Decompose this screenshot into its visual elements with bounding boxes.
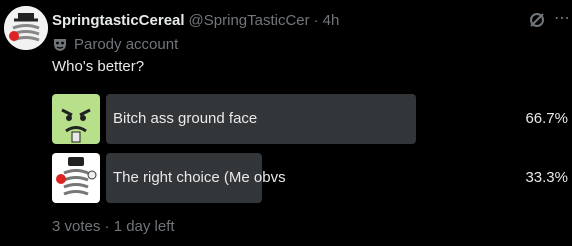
grok-icon[interactable] <box>528 11 546 29</box>
avatar[interactable] <box>4 6 48 50</box>
poll-option-label: The right choice (Me obvs <box>113 169 286 186</box>
poll-option-2[interactable]: The right choice (Me obvs 33.3% <box>52 153 572 203</box>
mask-icon <box>52 36 68 52</box>
poll-option-label: Bitch ass ground face <box>113 110 258 127</box>
spring-character-sticker <box>52 153 100 203</box>
poll-footer: 3 votes · 1 day left <box>52 218 175 235</box>
separator: · <box>313 11 319 29</box>
poll-option-percent: 33.3% <box>525 169 568 186</box>
post-text: Who's better? <box>52 58 145 75</box>
poll-option-1[interactable]: Bitch ass ground face 66.7% <box>52 94 572 144</box>
parody-label: Parody account <box>52 34 178 54</box>
poll-option-percent: 66.7% <box>525 110 568 127</box>
post-header: SpringtasticCereal @SpringTasticCer · 4h… <box>52 9 572 31</box>
timestamp[interactable]: 4h <box>323 12 340 29</box>
parody-text: Parody account <box>74 35 179 53</box>
display-name[interactable]: SpringtasticCereal <box>52 12 185 29</box>
handle[interactable]: @SpringTasticCer <box>189 12 310 29</box>
green-face-sticker <box>52 94 100 144</box>
more-icon[interactable]: ⋯ <box>552 9 572 29</box>
